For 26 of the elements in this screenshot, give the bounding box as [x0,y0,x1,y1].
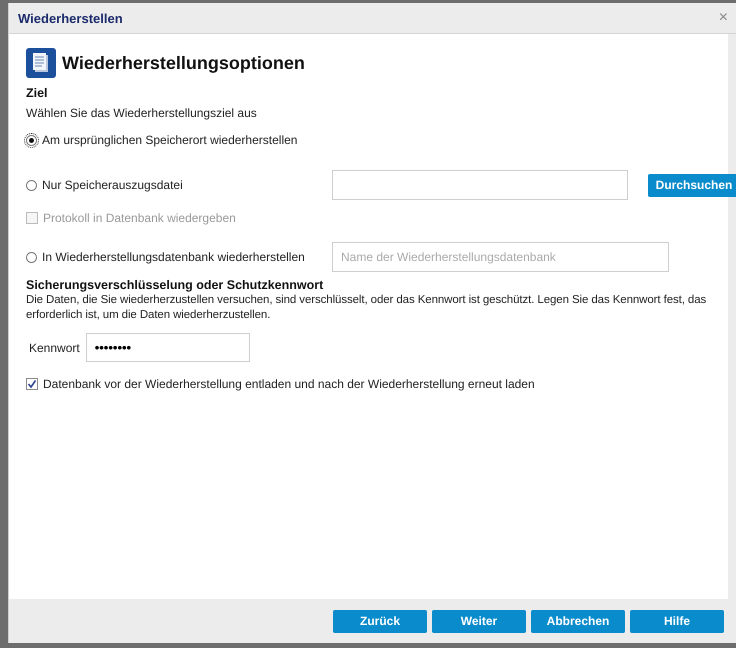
footer-button[interactable]: Hilfe [630,610,724,632]
option-label: Nur Speicherauszugsdatei [42,178,183,192]
document-icon [26,48,56,78]
database-name-field[interactable]: Name der Wiederherstellungsdatenbank [332,242,669,272]
option-label: Datenbank vor der Wiederherstellung entladen und nach der Wiederherstellung erneut laden [43,377,535,391]
checkbox[interactable] [26,378,38,390]
password-field[interactable]: •••••••• [86,333,250,362]
file-field[interactable] [332,170,628,200]
footer-button[interactable]: Zurück [333,610,427,632]
password-label: Kennwort [29,340,80,354]
option-label: Am ursprünglichen Speicherort wiederherstellen [42,133,298,147]
radio-button[interactable] [26,252,37,262]
description-text: Die Daten, die Sie wiederherzustellen versuchen, sind verschlüsselt, oder das Kennwort ist geschützt. Legen Sie das Kennwort fest, das erforderlich ist, um die Daten wiederherzustellen. [26,293,708,323]
radio-button[interactable] [26,180,37,190]
close-button[interactable]: × [716,10,730,26]
radio-button[interactable] [26,134,37,146]
footer-button[interactable]: Abbrechen [531,610,625,632]
option-label: In Wiederherstellungsdatenbank wiederherstellen [42,250,305,264]
destination-heading: Ziel [26,86,49,100]
footer-button[interactable]: Weiter [432,610,526,632]
instruction-text: Wählen Sie das Wiederherstellungsziel aus [26,106,258,120]
browse-button[interactable]: Durchsuchen [648,174,736,196]
option-label: Protokoll in Datenbank wiedergeben [43,211,236,225]
window-title: Wiederherstellen [18,10,123,26]
encryption-heading: Sicherungsverschlüsselung oder Schutzkennwort [26,278,324,292]
section-title: Wiederherstellungsoptionen [62,52,305,74]
